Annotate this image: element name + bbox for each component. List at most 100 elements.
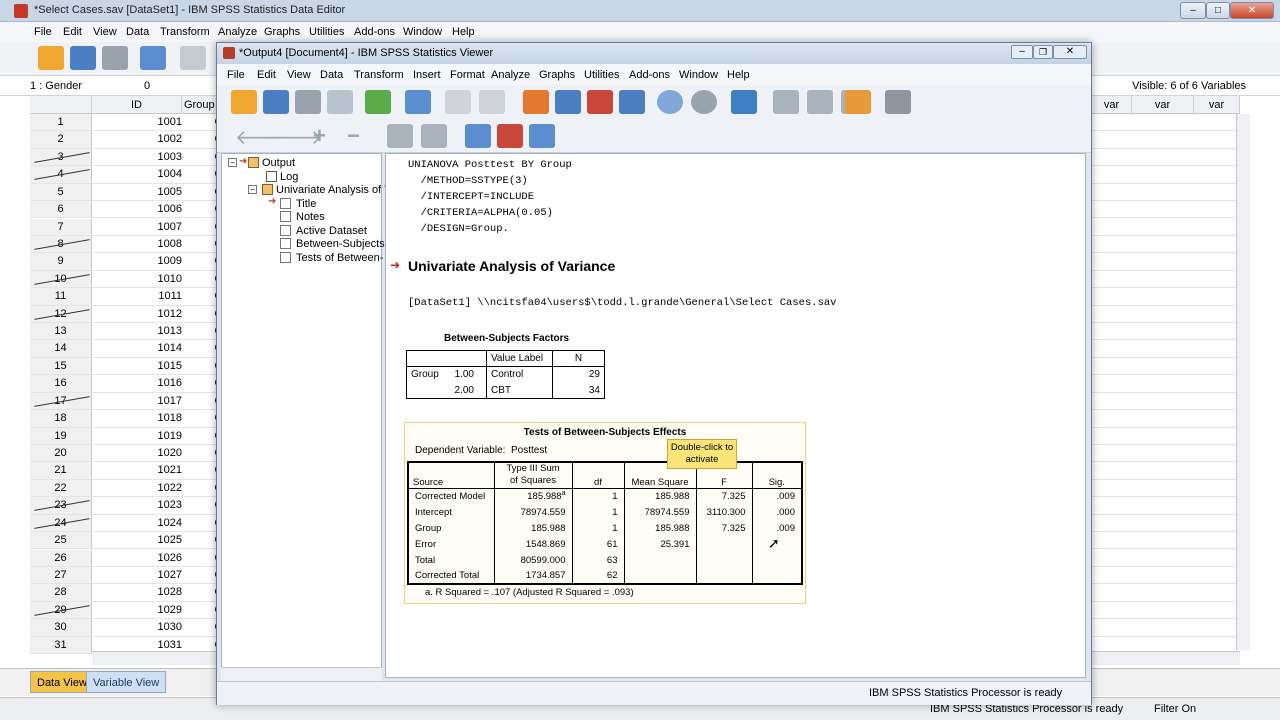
cell-id[interactable]: 1002 (92, 131, 182, 148)
expand-plus-icon[interactable]: + (313, 123, 326, 149)
minimize-icon[interactable]: – (1011, 45, 1033, 59)
row-number[interactable]: 16 (30, 375, 92, 392)
menu-data[interactable]: Data (126, 26, 149, 38)
viewer-menu-file[interactable]: File (227, 69, 245, 81)
insert-title-icon[interactable] (465, 124, 491, 148)
undo-icon[interactable] (180, 46, 206, 70)
goto-case-icon[interactable] (523, 90, 549, 114)
show-icon[interactable] (387, 124, 413, 148)
row-number[interactable]: 2 (30, 131, 92, 148)
menu-file[interactable]: File (34, 26, 52, 38)
cell-id[interactable]: 1012 (92, 306, 182, 323)
viewer-menu-analyze[interactable]: Analyze (491, 69, 530, 81)
collapse-node-icon[interactable]: − (248, 185, 257, 194)
recall-dialog-icon[interactable] (405, 90, 431, 114)
split-file-icon[interactable] (619, 90, 645, 114)
close-icon[interactable]: ✕ (1230, 2, 1274, 19)
cell-id[interactable]: 1015 (92, 358, 182, 375)
row-number[interactable]: 27 (30, 566, 92, 584)
row-number[interactable]: 22 (30, 479, 92, 497)
cell-id[interactable]: 1017 (92, 393, 182, 410)
print-icon[interactable] (102, 46, 128, 70)
row-number[interactable]: 13 (30, 323, 92, 340)
menu-window[interactable]: Window (403, 26, 442, 38)
tests-of-between-subjects-table[interactable]: Source Type III Sum of Squares df Mean Sq… (407, 461, 803, 585)
insert-object-icon[interactable] (529, 124, 555, 148)
menu-help[interactable]: Help (452, 26, 475, 38)
viewer-menu-graphs[interactable]: Graphs (539, 69, 575, 81)
column-header-var[interactable]: var (1132, 96, 1194, 114)
cell-id[interactable]: 1024 (92, 515, 182, 532)
row-number[interactable]: 5 (30, 183, 92, 201)
cell-id[interactable]: 1029 (92, 602, 182, 619)
tab-data-view[interactable]: Data View (30, 671, 94, 693)
row-number[interactable]: 28 (30, 584, 92, 601)
cell-value[interactable]: 0 (144, 80, 150, 92)
show-hide-icon[interactable] (885, 90, 911, 114)
cell-id[interactable]: 1023 (92, 497, 182, 514)
save-icon[interactable] (70, 46, 96, 70)
outline-horizontal-scrollbar[interactable] (221, 667, 382, 681)
menu-utilities[interactable]: Utilities (309, 26, 344, 38)
cell-id[interactable]: 1020 (92, 445, 182, 462)
outline-active-dataset[interactable]: Active Dataset (296, 225, 367, 237)
viewer-menu-utilities[interactable]: Utilities (584, 69, 619, 81)
cell-id[interactable]: 1016 (92, 375, 182, 392)
cell-id[interactable]: 1001 (92, 114, 182, 131)
viewer-menu-add-ons[interactable]: Add-ons (629, 69, 670, 81)
save-icon[interactable] (263, 90, 289, 114)
menu-add-ons[interactable]: Add-ons (354, 26, 395, 38)
cell-id[interactable]: 1019 (92, 428, 182, 445)
outline-title[interactable]: Title (296, 198, 316, 210)
row-number[interactable]: 15 (30, 357, 92, 375)
row-number[interactable]: 30 (30, 619, 92, 636)
redo-icon[interactable] (479, 90, 505, 114)
collapse-minus-icon[interactable]: − (347, 123, 360, 149)
data-grid-vertical-scrollbar[interactable] (1236, 114, 1250, 650)
viewer-menu-insert[interactable]: Insert (413, 69, 441, 81)
row-number[interactable]: 20 (30, 444, 92, 462)
viewer-menu-transform[interactable]: Transform (354, 69, 404, 81)
between-subjects-factors-table[interactable]: Value Label N Group 1.00 Control 29 2.00… (406, 350, 605, 399)
menu-edit[interactable]: Edit (63, 26, 82, 38)
tbse-selected-frame[interactable]: Tests of Between-Subjects Effects Depend… (404, 422, 806, 604)
show-all-variables-icon[interactable] (691, 90, 717, 114)
hide-icon[interactable] (421, 124, 447, 148)
row-number[interactable]: 6 (30, 201, 92, 218)
outline-root[interactable]: Output (262, 157, 295, 169)
viewer-menu-view[interactable]: View (287, 69, 311, 81)
insert-heading-icon[interactable] (807, 90, 833, 114)
chart-builder-icon[interactable] (845, 90, 871, 114)
outline-notes[interactable]: Notes (296, 211, 325, 223)
cell-id[interactable]: 1003 (92, 149, 182, 166)
print-preview-icon[interactable] (327, 90, 353, 114)
row-number[interactable]: 11 (30, 288, 92, 305)
goto-variable-icon[interactable] (555, 90, 581, 114)
spell-check-icon[interactable] (731, 90, 757, 114)
variables-icon[interactable] (587, 90, 613, 114)
row-number[interactable]: 21 (30, 462, 92, 479)
recall-dialog-icon[interactable] (140, 46, 166, 70)
row-number[interactable]: 31 (30, 636, 92, 653)
row-number[interactable]: 19 (30, 427, 92, 444)
designate-window-icon[interactable] (773, 90, 799, 114)
viewer-menu-help[interactable]: Help (727, 69, 750, 81)
column-header-var[interactable]: var (1194, 96, 1240, 114)
cell-id[interactable]: 1030 (92, 619, 182, 636)
minimize-icon[interactable]: – (1180, 2, 1206, 19)
outline-analysis[interactable]: Univariate Analysis of V (276, 184, 392, 196)
row-number[interactable]: 18 (30, 410, 92, 427)
cell-id[interactable]: 1021 (92, 462, 182, 479)
menu-view[interactable]: View (93, 26, 117, 38)
row-number[interactable]: 14 (30, 340, 92, 357)
cell-id[interactable]: 1008 (92, 236, 182, 253)
cell-id[interactable]: 1004 (92, 166, 182, 183)
viewer-menu-window[interactable]: Window (679, 69, 718, 81)
cell-id[interactable]: 1027 (92, 567, 182, 584)
cell-id[interactable]: 1014 (92, 340, 182, 357)
row-number[interactable]: 9 (30, 253, 92, 270)
outline-pane[interactable]: − ➜ Output Log − Univariate Analysis of … (221, 153, 392, 678)
cell-id[interactable]: 1007 (92, 219, 182, 236)
cell-id[interactable]: 1018 (92, 410, 182, 427)
open-folder-icon[interactable] (38, 46, 64, 70)
